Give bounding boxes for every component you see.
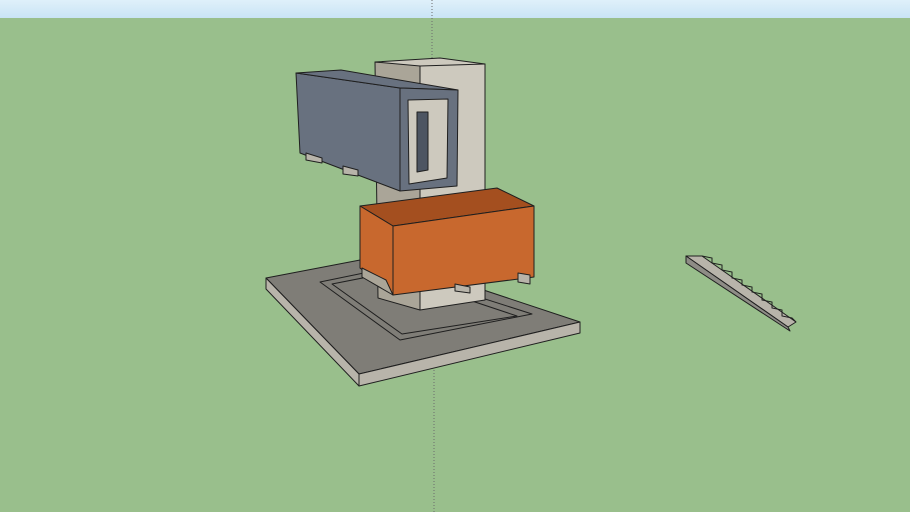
blue-volume-inner-wall xyxy=(416,111,429,173)
orange-volume[interactable] xyxy=(359,187,535,296)
stair-top-face xyxy=(685,255,797,328)
model-scene[interactable] xyxy=(0,0,910,512)
staircase[interactable] xyxy=(685,255,797,332)
stair-side-face xyxy=(685,255,791,332)
blue-hollow-volume[interactable] xyxy=(295,69,459,192)
support-leg xyxy=(517,272,531,285)
sketchup-viewport[interactable] xyxy=(0,0,910,512)
